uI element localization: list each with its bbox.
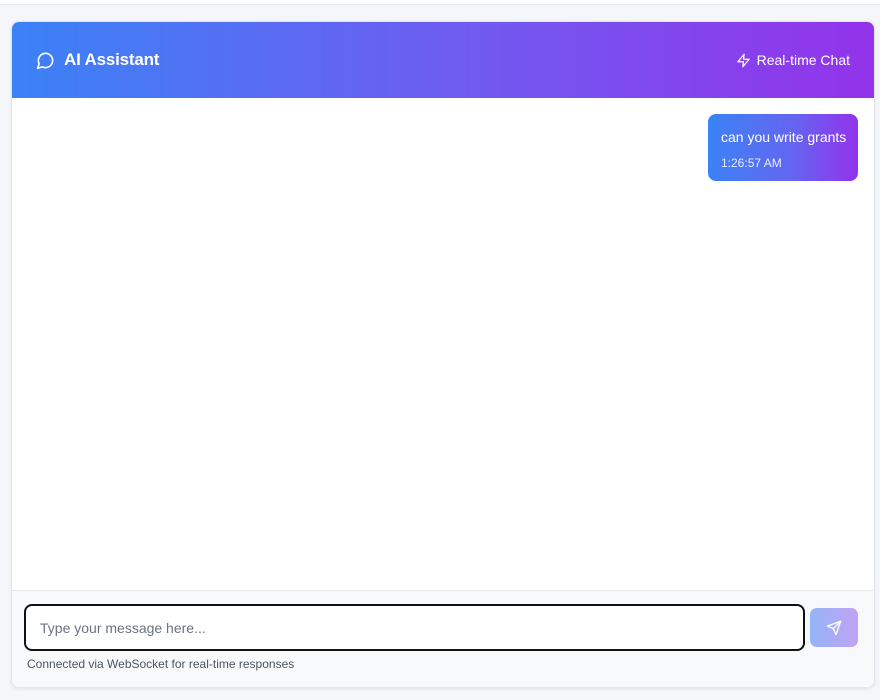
message-text: can you write grants bbox=[721, 129, 847, 145]
realtime-status: Real-time Chat bbox=[736, 52, 850, 68]
chat-title: AI Assistant bbox=[64, 50, 160, 69]
message-input[interactable] bbox=[24, 604, 805, 651]
top-bar bbox=[0, 0, 880, 5]
connection-note: Connected via WebSocket for real-time re… bbox=[27, 657, 295, 671]
user-message-bubble: can you write grants 1:26:57 AM bbox=[708, 114, 858, 181]
send-button[interactable] bbox=[810, 608, 858, 647]
send-icon bbox=[826, 620, 842, 636]
chat-window: AI Assistant Real-time Chat can you writ… bbox=[11, 21, 875, 688]
message-timestamp: 1:26:57 AM bbox=[721, 156, 782, 170]
message-circle-icon bbox=[36, 51, 55, 70]
header-title-group: AI Assistant bbox=[36, 50, 159, 70]
chat-header: AI Assistant Real-time Chat bbox=[12, 22, 874, 98]
composer: Connected via WebSocket for real-time re… bbox=[12, 590, 874, 687]
lightning-icon bbox=[736, 53, 751, 68]
realtime-status-label: Real-time Chat bbox=[756, 52, 850, 68]
message-list[interactable]: can you write grants 1:26:57 AM bbox=[12, 98, 874, 590]
